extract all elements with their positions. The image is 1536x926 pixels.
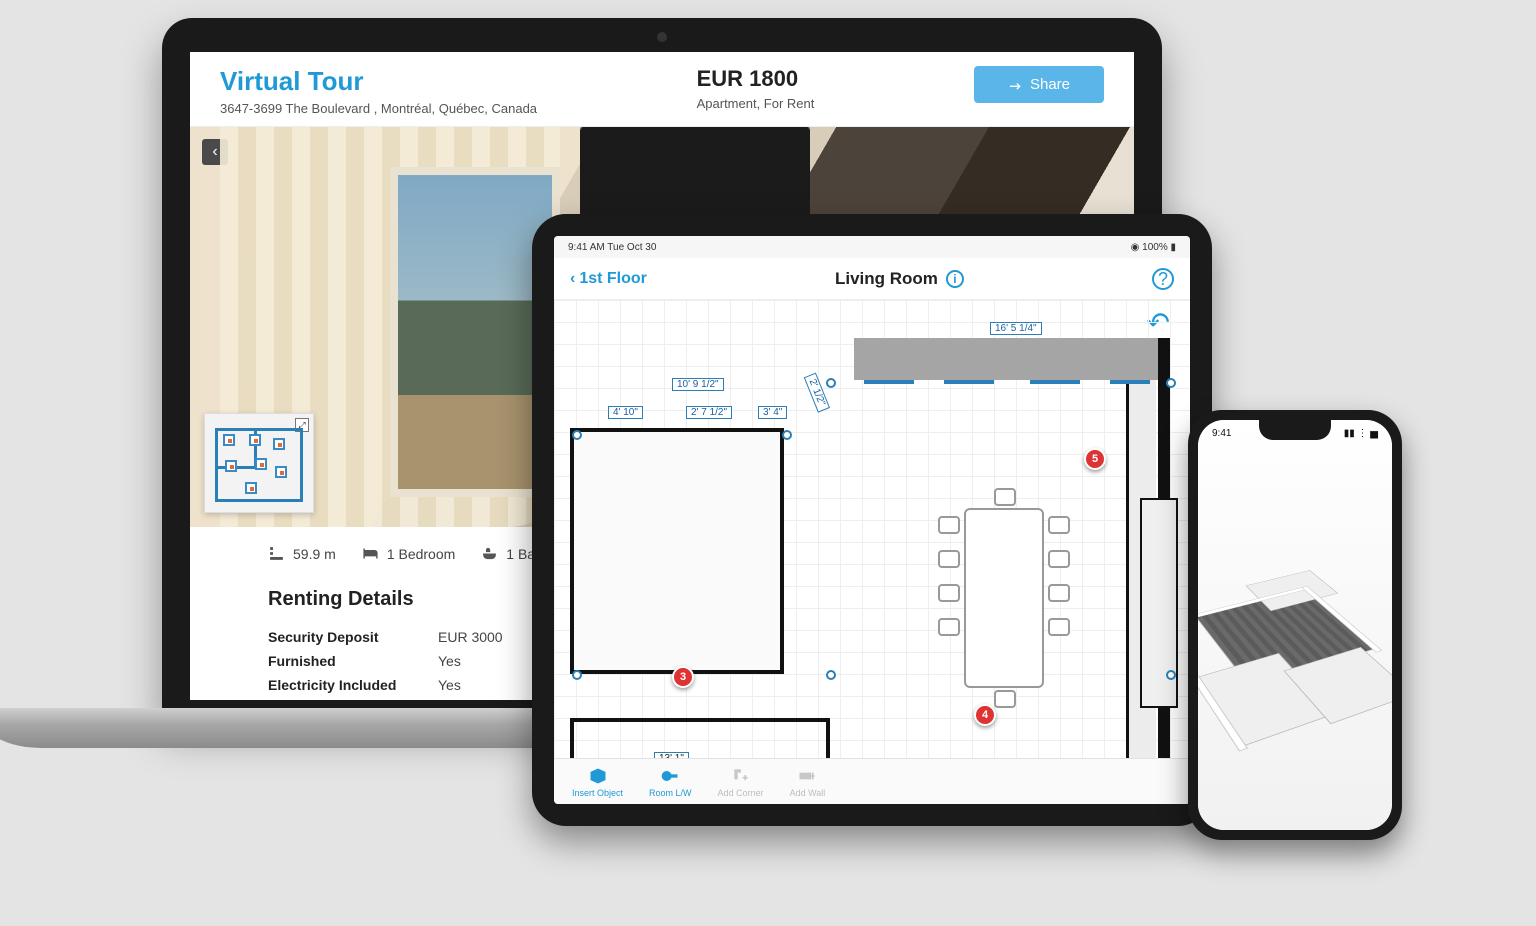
pano-marker[interactable]: 3 xyxy=(672,666,694,688)
corner-handle[interactable] xyxy=(572,670,582,680)
dimension-label[interactable]: 2' 7 1/2" xyxy=(686,406,732,419)
corner-handle[interactable] xyxy=(782,430,792,440)
phone-device: 9:41 ▮▮ ⋮ ▅ xyxy=(1188,410,1402,840)
opening[interactable] xyxy=(1030,380,1080,410)
listing-subtitle: Apartment, For Rent xyxy=(697,96,815,111)
ruler-icon xyxy=(268,545,285,562)
stat-bedrooms: 1 Bedroom xyxy=(362,545,455,562)
tape-measure-icon xyxy=(659,766,681,786)
tool-insert-object[interactable]: Insert Object xyxy=(572,766,623,798)
wall-segment[interactable] xyxy=(854,338,1170,380)
tool-add-corner[interactable]: Add Corner xyxy=(718,766,764,798)
tablet-status-bar: 9:41 AM Tue Oct 30 ◉ 100% ▮ xyxy=(554,236,1190,258)
chair[interactable] xyxy=(1048,618,1070,636)
help-button[interactable]: ? xyxy=(1152,268,1174,290)
chair[interactable] xyxy=(994,690,1016,708)
detail-value: Yes xyxy=(438,653,461,669)
detail-key: Furnished xyxy=(268,653,438,669)
bed-icon xyxy=(362,545,379,562)
stat-area: 59.9 m xyxy=(268,545,336,562)
minimap-plan xyxy=(215,428,303,502)
pano-marker[interactable]: 4 xyxy=(974,704,996,726)
corner-handle[interactable] xyxy=(1166,378,1176,388)
status-battery: ◉ 100% ▮ xyxy=(1131,242,1176,253)
phone-screen: 9:41 ▮▮ ⋮ ▅ xyxy=(1198,420,1392,830)
chair[interactable] xyxy=(1048,584,1070,602)
add-wall-icon xyxy=(796,766,818,786)
3d-viewport[interactable] xyxy=(1198,420,1392,830)
corner-handle[interactable] xyxy=(826,670,836,680)
corner-handle[interactable] xyxy=(572,430,582,440)
detail-value: Yes xyxy=(438,677,461,693)
dimension-label[interactable]: 10' 9 1/2" xyxy=(672,378,724,391)
room-outline[interactable] xyxy=(570,428,784,674)
chair[interactable] xyxy=(938,584,960,602)
room-title: Living Room i xyxy=(835,269,964,289)
status-time: 9:41 AM Tue Oct 30 xyxy=(568,242,656,253)
chevron-left-icon: ‹ xyxy=(570,270,575,288)
chair[interactable] xyxy=(938,516,960,534)
share-icon xyxy=(1008,77,1024,93)
tablet-device: 9:41 AM Tue Oct 30 ◉ 100% ▮ ‹ 1st Floor … xyxy=(532,214,1212,826)
status-icons: ▮▮ ⋮ ▅ xyxy=(1344,428,1378,439)
dimension-label[interactable]: 16' 5 1/4" xyxy=(990,322,1042,335)
share-label: Share xyxy=(1030,76,1070,93)
tablet-nav-bar: ‹ 1st Floor Living Room i ? xyxy=(554,258,1190,300)
opening[interactable] xyxy=(944,380,994,410)
floorplan-canvas[interactable]: 16' 5 1/4" 5' 3" 2' 5' 3" 2' 8" 10' 9 1/… xyxy=(554,300,1190,758)
chair[interactable] xyxy=(1048,550,1070,568)
add-corner-icon xyxy=(730,766,752,786)
chair[interactable] xyxy=(938,550,960,568)
cube-plus-icon xyxy=(587,766,609,786)
dining-table[interactable] xyxy=(964,508,1044,688)
tool-add-wall[interactable]: Add Wall xyxy=(790,766,826,798)
share-button[interactable]: Share xyxy=(974,66,1104,103)
tool-room-lw[interactable]: Room L/W xyxy=(649,766,692,798)
minimap[interactable]: ⤢ xyxy=(204,413,314,513)
webcam-icon xyxy=(657,32,667,42)
toolbar: Insert Object Room L/W Add Corner Add Wa… xyxy=(554,758,1190,804)
opening[interactable] xyxy=(1110,380,1150,410)
chair[interactable] xyxy=(938,618,960,636)
corner-handle[interactable] xyxy=(1166,670,1176,680)
room-outline[interactable]: 13' 1" xyxy=(570,718,830,758)
kitchen-area[interactable]: 5 4 xyxy=(794,338,1170,758)
corner-handle[interactable] xyxy=(826,378,836,388)
bath-icon xyxy=(481,545,498,562)
dimension-label[interactable]: 3' 4" xyxy=(758,406,787,419)
back-button[interactable]: ‹ 1st Floor xyxy=(570,270,647,288)
opening[interactable] xyxy=(864,380,914,410)
back-label: 1st Floor xyxy=(579,270,647,288)
listing-address: 3647-3699 The Boulevard , Montréal, Québ… xyxy=(220,101,537,116)
page-title[interactable]: Virtual Tour xyxy=(220,66,537,97)
detail-value: EUR 3000 xyxy=(438,629,503,645)
phone-notch xyxy=(1259,420,1331,440)
chair[interactable] xyxy=(1048,516,1070,534)
tablet-screen: 9:41 AM Tue Oct 30 ◉ 100% ▮ ‹ 1st Floor … xyxy=(554,236,1190,804)
detail-key: Electricity Included xyxy=(268,677,438,693)
detail-key: Security Deposit xyxy=(268,629,438,645)
listing-price: EUR 1800 xyxy=(697,66,815,92)
pano-marker[interactable]: 5 xyxy=(1084,448,1106,470)
status-time: 9:41 xyxy=(1212,428,1231,439)
chair[interactable] xyxy=(994,488,1016,506)
dimension-label[interactable]: 4' 10" xyxy=(608,406,643,419)
listing-header: Virtual Tour 3647-3699 The Boulevard , M… xyxy=(190,52,1134,127)
info-icon[interactable]: i xyxy=(946,270,964,288)
